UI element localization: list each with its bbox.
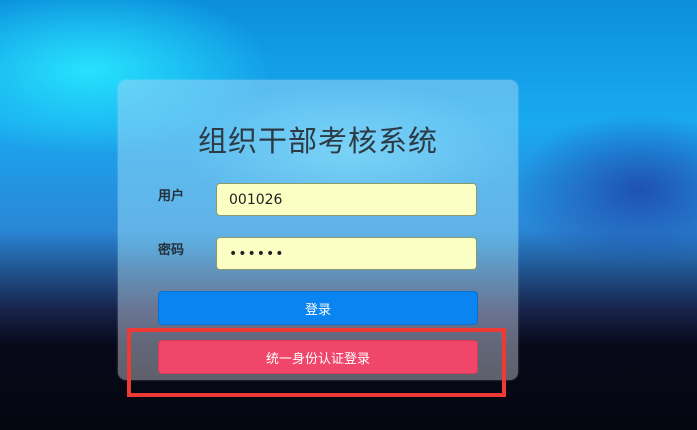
login-button[interactable]: 登录 xyxy=(158,291,478,325)
username-label: 用户 xyxy=(158,189,185,204)
username-input[interactable] xyxy=(216,183,477,216)
page-title: 组织干部考核系统 xyxy=(197,124,438,158)
highlight-annotation-box xyxy=(127,328,506,397)
password-input[interactable] xyxy=(216,237,477,270)
password-label: 密码 xyxy=(158,243,185,258)
